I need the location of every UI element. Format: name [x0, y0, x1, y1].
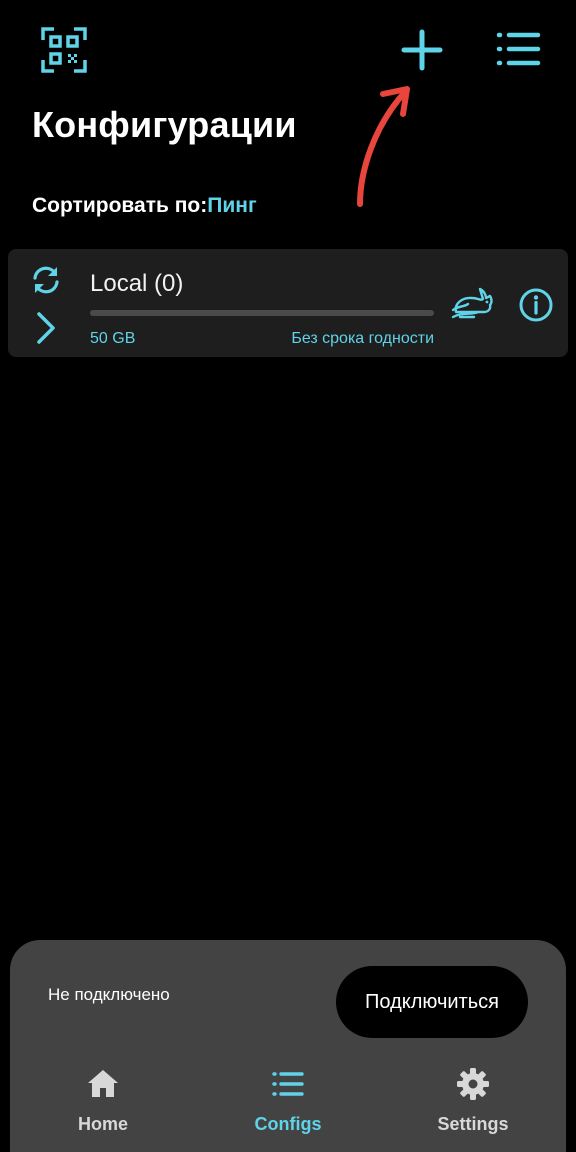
list-icon: [272, 1072, 304, 1096]
connection-status: Не подключено: [48, 985, 170, 1004]
rabbit-icon[interactable]: [450, 282, 496, 322]
chevron-right-icon[interactable]: [32, 310, 60, 346]
nav-settings-label: Settings: [437, 1114, 509, 1134]
nav-home-label: Home: [77, 1114, 128, 1134]
add-config-button[interactable]: [398, 26, 446, 74]
usage-progress-bar: [90, 310, 434, 316]
home-icon: [88, 1070, 118, 1097]
nav-home[interactable]: Home: [38, 1062, 168, 1142]
config-name: Local (0): [90, 270, 184, 297]
nav-settings[interactable]: Settings: [408, 1062, 538, 1142]
refresh-icon[interactable]: [30, 264, 62, 296]
sort-control[interactable]: Сортировать по:Пинг: [32, 194, 257, 218]
sort-label: Сортировать по:: [32, 194, 208, 217]
nav-configs[interactable]: Configs: [223, 1062, 353, 1142]
config-usage: 50 GB: [90, 330, 136, 347]
menu-button[interactable]: [494, 26, 542, 74]
qr-scan-button[interactable]: [40, 26, 88, 74]
list-icon: [496, 32, 541, 66]
connect-button[interactable]: Подключиться: [336, 966, 528, 1038]
sort-value[interactable]: Пинг: [207, 194, 256, 217]
info-icon[interactable]: [518, 287, 554, 323]
annotation-arrow: [357, 86, 410, 207]
config-expiry: Без срока годности: [291, 330, 434, 347]
nav-configs-label: Configs: [254, 1114, 322, 1134]
page-title: Конфигурации: [32, 104, 297, 145]
qr-code-icon: [41, 27, 87, 73]
gear-icon: [457, 1068, 489, 1100]
plus-icon: [401, 29, 443, 71]
